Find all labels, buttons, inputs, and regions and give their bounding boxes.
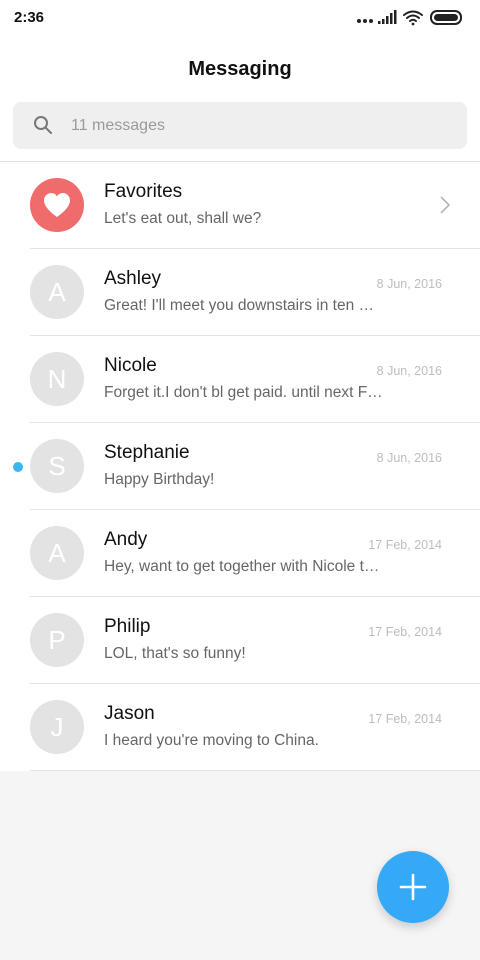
message-date: 8 Jun, 2016 <box>376 364 442 378</box>
conversation-row[interactable]: J Jason 17 Feb, 2014 I heard you're movi… <box>0 684 480 771</box>
message-date: 17 Feb, 2014 <box>368 712 442 726</box>
contact-name: Jason <box>104 703 155 724</box>
contact-name: Ashley <box>104 268 162 289</box>
unread-indicator <box>13 462 23 472</box>
heart-icon <box>44 193 70 217</box>
conversation-list: Favorites Let's eat out, shall we? A Ash… <box>0 162 480 771</box>
contact-avatar: P <box>30 613 84 667</box>
status-icons <box>356 9 466 27</box>
chevron-right-icon <box>440 196 450 214</box>
conversation-row[interactable]: A Andy 17 Feb, 2014 Hey, want to get tog… <box>0 510 480 597</box>
conversation-row[interactable]: P Philip 17 Feb, 2014 LOL, that's so fun… <box>0 597 480 684</box>
favorites-row[interactable]: Favorites Let's eat out, shall we? <box>0 162 480 249</box>
contact-name: Philip <box>104 616 151 637</box>
contact-avatar: N <box>30 352 84 406</box>
search-input[interactable] <box>71 102 451 149</box>
header: Messaging <box>0 36 480 162</box>
conversation-row[interactable]: N Nicole 8 Jun, 2016 Forget it.I don't b… <box>0 336 480 423</box>
message-preview: Forget it.I don't bl get paid. until nex… <box>104 384 384 401</box>
status-time: 2:36 <box>14 9 45 26</box>
contact-name: Stephanie <box>104 442 190 463</box>
favorites-avatar <box>30 178 84 232</box>
favorites-preview: Let's eat out, shall we? <box>104 210 262 227</box>
contact-avatar: A <box>30 265 84 319</box>
conversation-row[interactable]: S Stephanie 8 Jun, 2016 Happy Birthday! <box>0 423 480 510</box>
message-preview: Happy Birthday! <box>104 471 215 488</box>
page-title: Messaging <box>188 58 292 80</box>
message-preview: Great! I'll meet you downstairs in ten m… <box>104 297 384 314</box>
message-date: 17 Feb, 2014 <box>368 538 442 552</box>
search-bar[interactable] <box>13 102 467 149</box>
more-dots-icon <box>357 19 373 23</box>
battery-icon <box>430 10 462 25</box>
message-date: 8 Jun, 2016 <box>376 277 442 291</box>
contact-avatar: J <box>30 700 84 754</box>
message-date: 17 Feb, 2014 <box>368 625 442 639</box>
message-preview: Hey, want to get together with Nicole to… <box>104 558 384 575</box>
signal-icon <box>378 10 397 24</box>
contact-avatar: A <box>30 526 84 580</box>
contact-name: Nicole <box>104 355 157 376</box>
new-message-button[interactable] <box>377 851 449 923</box>
contact-name: Andy <box>104 529 148 550</box>
message-preview: LOL, that's so funny! <box>104 645 246 662</box>
search-icon <box>34 116 52 134</box>
wifi-icon <box>403 10 423 26</box>
contact-avatar: S <box>30 439 84 493</box>
favorites-label: Favorites <box>104 181 183 202</box>
message-preview: I heard you're moving to China. <box>104 732 319 749</box>
plus-icon <box>399 873 427 901</box>
conversation-row[interactable]: A Ashley 8 Jun, 2016 Great! I'll meet yo… <box>0 249 480 336</box>
message-date: 8 Jun, 2016 <box>376 451 442 465</box>
status-bar: 2:36 <box>0 0 480 36</box>
